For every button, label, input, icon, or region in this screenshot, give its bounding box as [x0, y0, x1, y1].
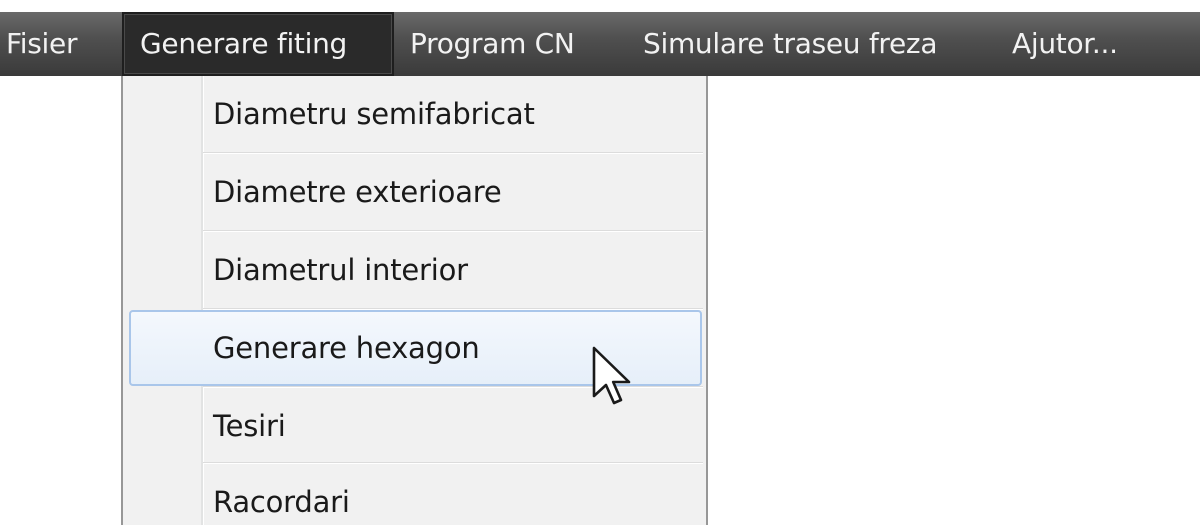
menu-item-diametre-exterioare[interactable]: Diametre exterioare [123, 154, 706, 230]
menu-item-label: Tesiri [213, 409, 286, 443]
menu-item-label: Generare hexagon [213, 331, 480, 365]
menu-fisier[interactable]: Fisier [0, 12, 120, 76]
mouse-pointer-arrow-icon [592, 346, 631, 405]
menu-item-diametru-semifabricat[interactable]: Diametru semifabricat [123, 76, 706, 152]
menu-item-label: Diametrul interior [213, 253, 468, 287]
generare-fiting-dropdown: Diametru semifabricat Diametre exterioar… [121, 76, 708, 525]
menu-ajutor[interactable]: Ajutor... [1012, 12, 1162, 76]
menu-item-label: Diametru semifabricat [213, 97, 535, 131]
menu-simulare-traseu-freza[interactable]: Simulare traseu freza [643, 12, 1003, 76]
menu-program-cn[interactable]: Program CN [410, 12, 630, 76]
menu-item-label: Diametre exterioare [213, 175, 502, 209]
menu-bar: Fisier Generare fiting Program CN Simula… [0, 12, 1200, 76]
menu-item-label: Racordari [213, 485, 350, 519]
menu-generare-fiting[interactable]: Generare fiting [122, 12, 394, 76]
menu-item-racordari[interactable]: Racordari [123, 464, 706, 525]
menu-item-diametrul-interior[interactable]: Diametrul interior [123, 232, 706, 308]
